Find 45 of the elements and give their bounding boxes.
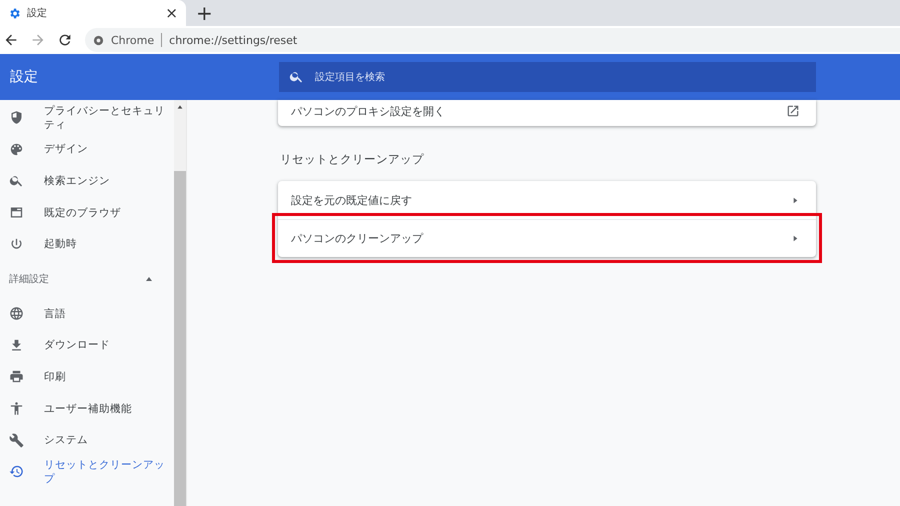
new-tab-button[interactable]: + [196,0,213,26]
site-label: Chrome [111,34,154,46]
sidebar-item[interactable]: リセットとクリーンアップ [0,456,174,488]
sidebar-item[interactable]: 起動時 [0,228,174,260]
scroll-up-icon[interactable] [176,103,184,111]
sidebar-item[interactable]: 既定のブラウザ [0,196,174,228]
search-icon [9,173,24,188]
shield-icon [9,110,24,126]
wrench-icon [9,432,24,448]
globe-icon [9,306,24,322]
chrome-icon [93,34,104,46]
settings-row[interactable]: 設定を元の既定値に戻す [278,181,816,219]
sidebar-item[interactable]: デザイン [0,134,174,166]
sidebar-item[interactable]: ダウンロード [0,330,174,362]
download-icon [9,338,24,353]
arrow-right-icon [791,234,800,243]
gear-icon [8,6,21,20]
browser-icon [9,205,24,220]
browser-tab[interactable]: 設定 × [0,0,186,26]
section-title: リセットとクリーンアップ [280,152,425,167]
sidebar-item[interactable]: システム [0,424,174,456]
settings-row[interactable]: パソコンのプロキシ設定を開く [278,100,816,126]
page-title: 設定 [9,68,39,86]
scrollbar-thumb[interactable] [174,171,186,506]
back-icon[interactable] [3,32,19,48]
sidebar-item[interactable]: プライバシーとセキュリティ [0,102,174,134]
search-field[interactable]: 設定項目を検索 [279,62,816,92]
tab-title: 設定 [27,6,48,20]
search-icon [289,69,304,84]
sidebar-item[interactable]: 言語 [0,298,174,330]
sidebar-item[interactable]: 印刷 [0,361,174,393]
advanced-section-toggle[interactable]: 詳細設定 [0,260,174,298]
settings-row[interactable]: パソコンのクリーンアップ [278,219,816,257]
close-icon[interactable]: × [165,6,178,20]
person-icon [9,401,24,416]
history-icon [9,464,24,480]
print-icon [9,369,24,384]
reload-icon[interactable] [57,32,73,48]
arrow-right-icon [791,196,800,204]
address-bar[interactable]: Chrome chrome://settings/reset [85,28,900,52]
palette-icon [9,142,24,157]
url-text: chrome://settings/reset [169,34,298,46]
external-link-icon [786,104,800,118]
sidebar-item[interactable]: ユーザー補助機能 [0,392,174,424]
sidebar-item[interactable]: 検索エンジン [0,165,174,197]
